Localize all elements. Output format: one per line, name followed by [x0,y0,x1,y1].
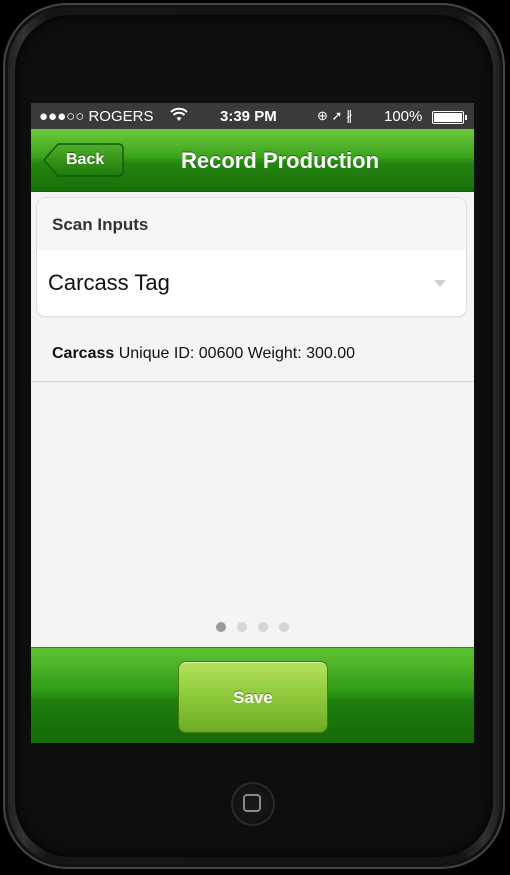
footer-toolbar: Save [31,647,474,743]
scan-result-type: Carcass [52,345,115,362]
back-button[interactable]: Back [42,142,124,178]
scan-inputs-panel: Scan Inputs Carcass Tag [37,198,466,316]
chevron-down-icon [434,280,446,287]
clock-time: 3:39 PM [220,108,277,125]
battery-level [434,113,462,122]
save-button[interactable]: Save [178,661,328,733]
status-bar: ●●●○○ ROGERS 3:39 PM ⊕ ➚ ∦ 100% [31,103,474,129]
save-button-label: Save [233,688,273,707]
scan-result-row[interactable]: Carcass Unique ID: 00600 Weight: 300.00 [31,329,474,382]
page-dot[interactable] [237,622,247,632]
scan-result-text: Carcass Unique ID: 00600 Weight: 300.00 [52,345,355,363]
navigation-bar: Back Record Production [31,129,474,192]
scan-input-select[interactable]: Carcass Tag [37,250,466,316]
page-dot[interactable] [216,622,226,632]
page-dot[interactable] [279,622,289,632]
scan-inputs-title: Scan Inputs [52,215,149,234]
page-dot[interactable] [258,622,268,632]
scan-result-details: Unique ID: 00600 Weight: 300.00 [114,345,356,362]
home-square-icon [243,794,261,812]
battery-icon [432,111,467,124]
scan-inputs-header: Scan Inputs [37,198,466,250]
app-screen: ●●●○○ ROGERS 3:39 PM ⊕ ➚ ∦ 100% Back Rec… [31,103,474,743]
back-button-label: Back [66,151,105,168]
home-button[interactable] [231,782,275,826]
status-indicator-icons: ⊕ ➚ ∦ [317,108,353,123]
scan-input-selected-value: Carcass Tag [48,270,170,295]
battery-percent: 100% [384,108,423,125]
wifi-icon [170,107,188,127]
carrier-label: ●●●○○ ROGERS [39,108,154,125]
page-title: Record Production [181,148,380,173]
